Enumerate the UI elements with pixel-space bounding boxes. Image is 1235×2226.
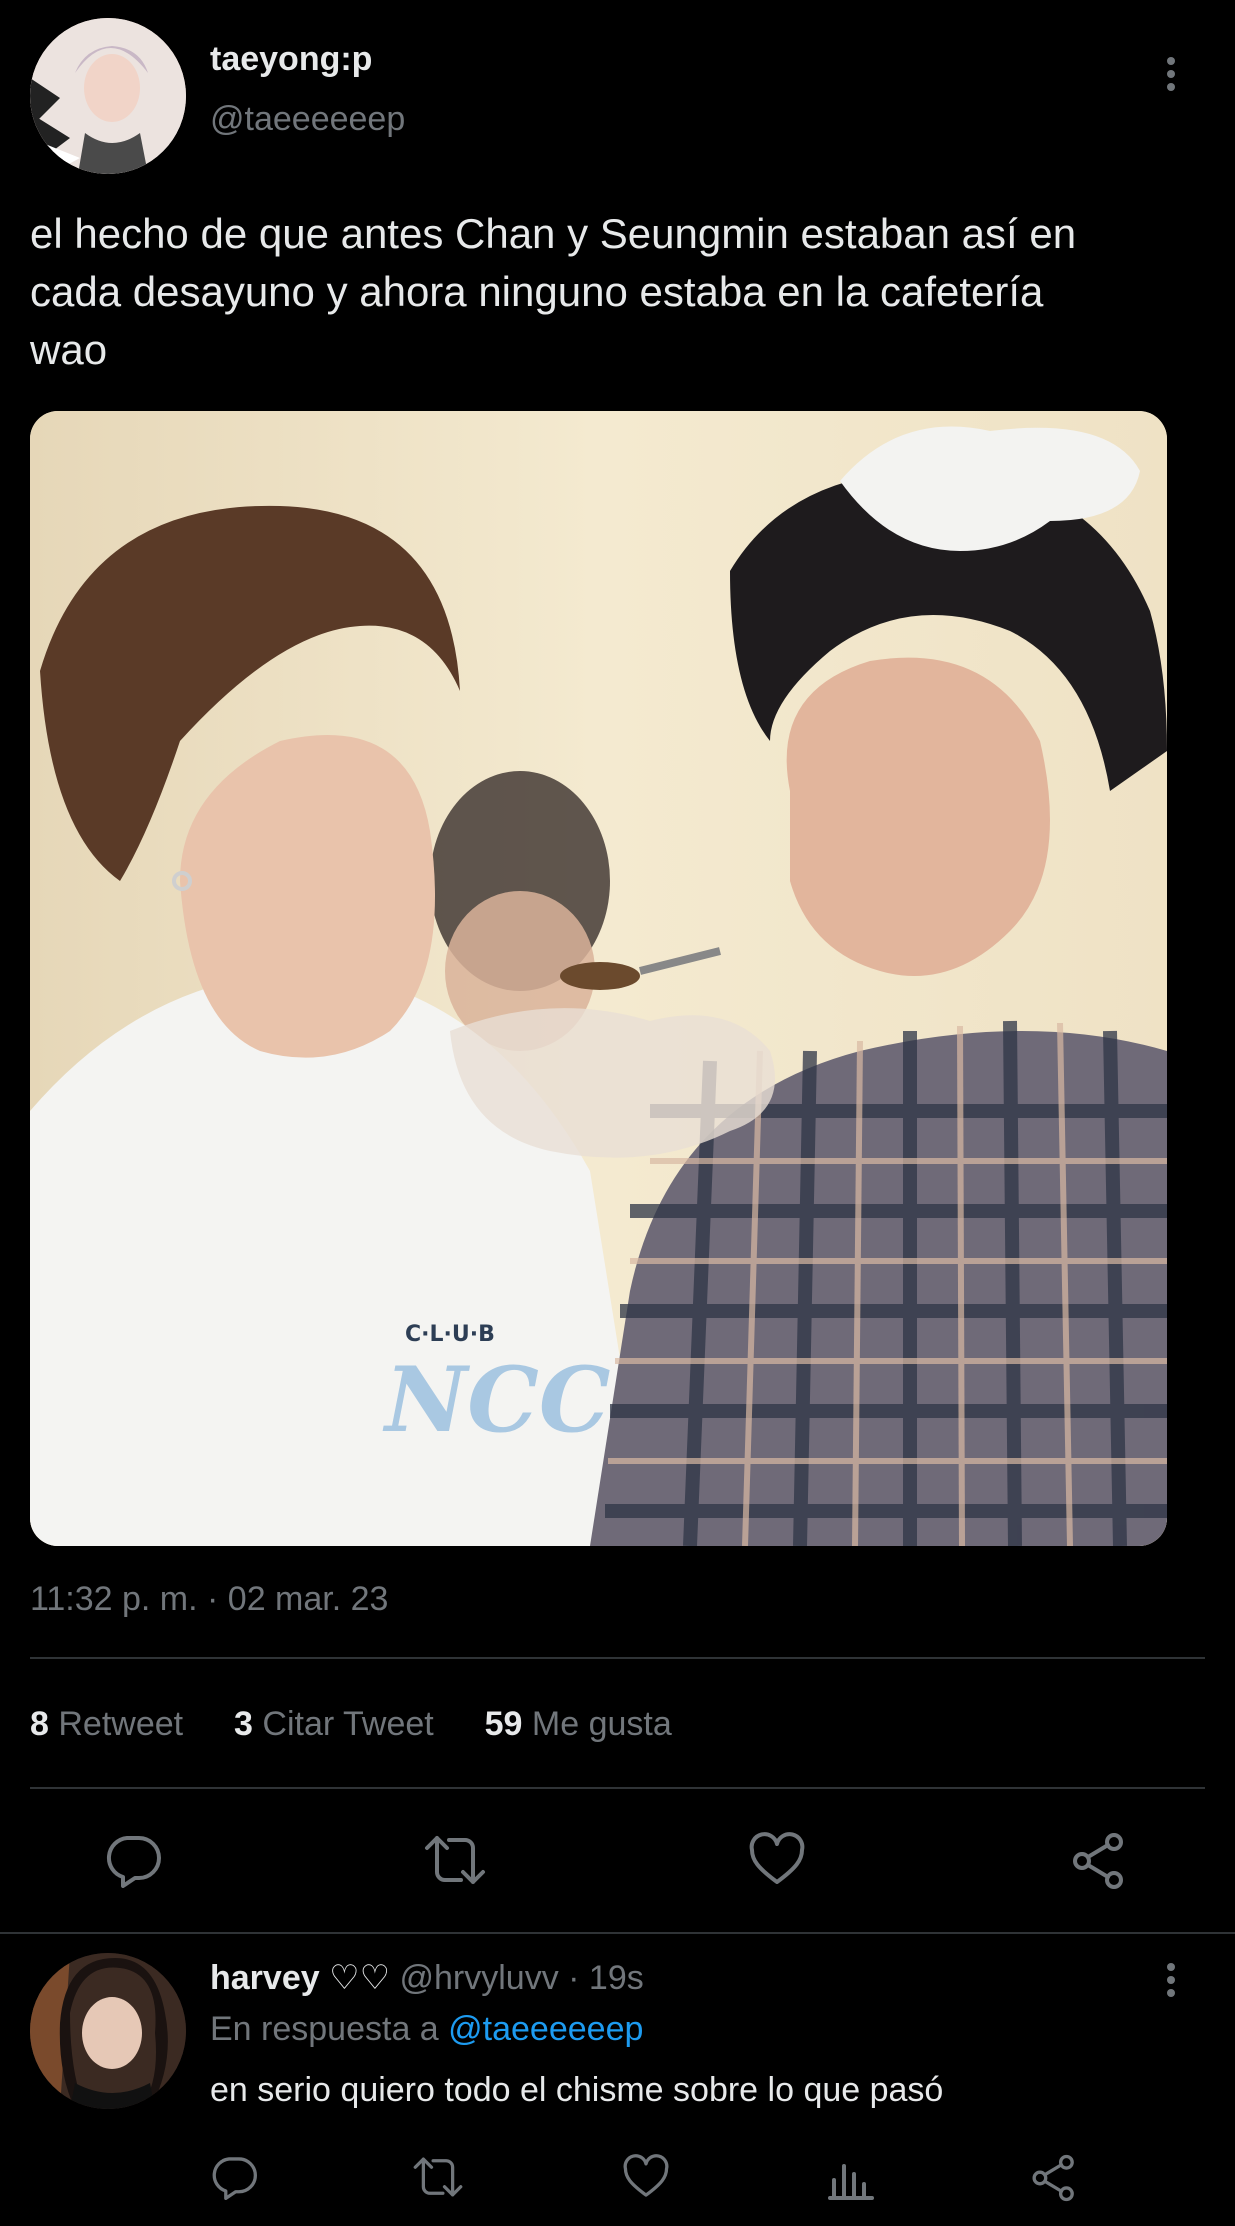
reply-header: harvey ♡♡ @hrvyluvv · 19s [210,1958,644,1998]
shirt-logo-text: C·L·U·B [405,1322,495,1347]
tweet-text-line: wao [30,326,108,373]
reply-reply-button[interactable] [211,2154,257,2200]
svg-text:NCC: NCC [382,1347,611,1453]
retweets-count: 8 [30,1705,49,1743]
author-display-name[interactable]: taeyong:p [210,40,372,79]
reply-share-button[interactable] [1030,2154,1078,2202]
reply-text: en serio quiero todo el chisme sobre lo … [210,2071,944,2109]
reply-retweet-button[interactable] [412,2154,464,2200]
quotes-count: 3 [234,1705,253,1743]
reply-context-handle-link[interactable]: @taeeeeeep [448,2010,643,2048]
retweet-button[interactable] [423,1832,487,1888]
like-icon [623,2154,669,2197]
likes-count: 59 [484,1705,523,1743]
divider [30,1787,1205,1789]
reply-handle-time[interactable]: @hrvyluvv · 19s [400,1959,644,1997]
tweet-timestamp[interactable]: 11:32 p. m. · 02 mar. 23 [30,1580,388,1619]
reply-context-prefix: En respuesta a [210,2010,439,2048]
quotes-label: Citar Tweet [262,1705,434,1743]
reply-analytics-button[interactable] [828,2154,874,2200]
reply-context: En respuesta a @taeeeeeep [210,2010,643,2049]
share-icon [1032,2154,1074,2202]
divider [30,1657,1205,1659]
reply-author-avatar[interactable] [30,1953,186,2109]
tweet-media-photo[interactable]: C·L·U·B NCC [30,411,1167,1546]
share-icon [1073,1833,1123,1889]
reply-button[interactable] [105,1832,161,1888]
reply-icon [106,1836,161,1888]
divider [0,1932,1235,1934]
like-button[interactable] [748,1832,806,1888]
reply-more-icon[interactable] [1167,1963,1175,2002]
tweet-text-line: cada desayuno y ahora ninguno estaba en … [30,268,1044,315]
reply-icon [212,2157,257,2200]
likes-label: Me gusta [531,1705,672,1743]
likes-stat[interactable]: 59 Me gusta [485,1705,672,1743]
reply-like-button[interactable] [622,2154,670,2200]
retweet-icon [425,1836,485,1884]
analytics-icon [828,2164,874,2200]
more-icon[interactable] [1167,57,1175,96]
author-avatar[interactable] [30,18,186,174]
like-icon [749,1832,805,1884]
share-button[interactable] [1070,1832,1128,1890]
photo-illustration: C·L·U·B NCC [30,411,1167,1546]
retweet-icon [413,2157,463,2197]
tweet-text: el hecho de que antes Chan y Seungmin es… [30,205,1076,379]
retweets-label: Retweet [58,1705,184,1743]
author-handle[interactable]: @taeeeeeep [210,100,405,139]
tweet-text-line: el hecho de que antes Chan y Seungmin es… [30,210,1077,257]
tweet-stats: 8 Retweet 3 Citar Tweet 59 Me gusta [30,1705,672,1744]
retweets-stat[interactable]: 8 Retweet [30,1705,193,1743]
reply-display-name[interactable]: harvey ♡♡ [210,1959,390,1997]
quotes-stat[interactable]: 3 Citar Tweet [234,1705,443,1743]
